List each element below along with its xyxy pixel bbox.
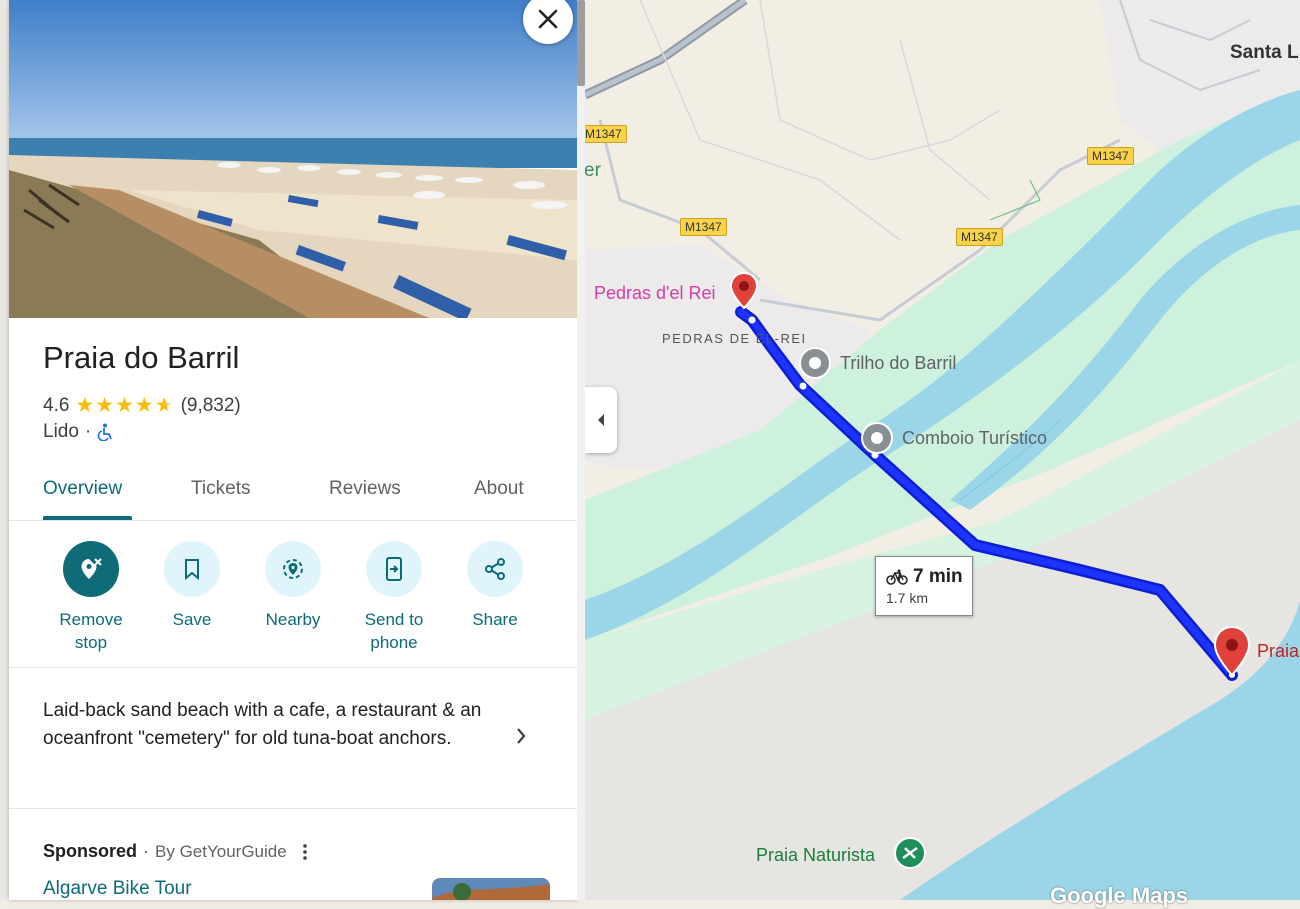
more-vert-icon[interactable] [299, 842, 311, 862]
save-label: Save [172, 610, 212, 629]
map-label-start[interactable]: Pedras d'el Rei [594, 283, 716, 304]
nearby-circle [265, 541, 321, 597]
tab-tickets[interactable]: Tickets [191, 478, 250, 500]
share-label: Share [472, 610, 518, 629]
destination-pin-icon[interactable] [1212, 625, 1252, 677]
remove-stop-label: Remove stop [59, 610, 123, 652]
star-icon: ★ [115, 394, 135, 417]
remove-stop-circle [63, 541, 119, 597]
tour-thumbnail[interactable] [432, 878, 550, 900]
send-to-phone-button[interactable]: Send to phone [344, 541, 444, 654]
divider [9, 808, 577, 809]
route-duration-text: 7 min [913, 566, 963, 587]
map-attribution: Google Maps [1050, 883, 1189, 908]
trail-marker-icon[interactable] [798, 346, 832, 380]
road-badge: M1347 [956, 228, 1003, 246]
sponsored-row: Sponsored · By GetYourGuide [43, 841, 311, 862]
divider [9, 520, 577, 521]
category-row: Lido · [43, 421, 113, 443]
rating-stars: ★ ★ ★ ★ ★ [75, 393, 174, 418]
send-to-phone-icon [386, 557, 402, 581]
star-icon: ★ [95, 394, 116, 417]
route-duration: 7 min [886, 566, 963, 588]
nearby-label: Nearby [265, 610, 321, 629]
map-label-trail[interactable]: Trilho do Barril [840, 353, 956, 374]
start-pin-icon[interactable] [729, 271, 759, 311]
send-to-phone-label: Send to phone [364, 610, 424, 652]
rating-value: 4.6 [43, 394, 70, 416]
save-button[interactable]: Save [142, 541, 242, 631]
close-icon [538, 9, 558, 29]
save-circle [164, 541, 220, 597]
place-panel: Praia do Barril 4.6 ★ ★ ★ ★ ★ (9,832) Lido ·… [9, 0, 577, 900]
tab-about[interactable]: About [474, 478, 524, 500]
map-label-destination[interactable]: Praia [1257, 641, 1299, 662]
place-category[interactable]: Lido [43, 421, 79, 443]
tab-reviews[interactable]: Reviews [329, 478, 401, 500]
train-marker-icon[interactable] [860, 421, 894, 455]
place-description[interactable]: Laid-back sand beach with a cafe, a rest… [43, 697, 503, 753]
star-icon: ★ [134, 394, 155, 417]
place-photo[interactable] [9, 0, 577, 318]
tab-overview[interactable]: Overview [43, 478, 122, 500]
bookmark-icon [185, 559, 199, 580]
map-label-train[interactable]: Comboio Turístico [902, 428, 1047, 449]
sponsored-by: By GetYourGuide [155, 841, 287, 861]
share-button[interactable]: Share [445, 541, 545, 631]
nearby-button[interactable]: Nearby [243, 541, 343, 631]
sponsored-tour-link[interactable]: Algarve Bike Tour [43, 878, 192, 900]
separator: · [84, 421, 92, 442]
rating-row: 4.6 ★ ★ ★ ★ ★ (9,832) [43, 393, 241, 418]
remove-stop-button[interactable]: Remove stop [41, 541, 141, 654]
map-label-partial: er [584, 160, 601, 181]
map-label-area-text: PEDRAS DE EL-REI [662, 331, 807, 346]
naturist-beach-icon[interactable] [893, 836, 927, 876]
caret-left-icon [598, 414, 604, 426]
divider [9, 667, 577, 668]
collapse-panel-button[interactable] [585, 387, 617, 453]
remove-stop-icon [81, 558, 102, 579]
panel-scrollbar-track[interactable] [577, 0, 585, 900]
sponsored-label: Sponsored [43, 841, 138, 861]
road-badge: M1347 [1087, 147, 1134, 165]
road-badge: M1347 [680, 218, 727, 236]
place-title: Praia do Barril [43, 340, 240, 375]
route-duration-callout[interactable]: 7 min 1.7 km [875, 556, 973, 616]
road-badge: M1347 [580, 125, 627, 143]
left-map-strip [0, 0, 9, 900]
panel-scrollbar-thumb[interactable] [577, 0, 585, 86]
share-icon [485, 558, 505, 580]
map-label-naturist[interactable]: Praia Naturista [756, 845, 875, 866]
bicycle-icon [886, 569, 908, 585]
star-icon: ★ [75, 394, 96, 417]
wheelchair-icon [98, 423, 113, 441]
send-to-phone-circle [366, 541, 422, 597]
map-label-town: Santa L [1230, 42, 1299, 63]
review-count[interactable]: (9,832) [181, 395, 241, 417]
star-half-icon: ★ [154, 394, 175, 417]
map-label-area: PEDRAS DE EL-REI [662, 331, 805, 347]
separator: · [143, 841, 150, 861]
nearby-icon [283, 559, 303, 579]
route-distance: 1.7 km [886, 590, 929, 606]
share-circle [467, 541, 523, 597]
chevron-right-icon[interactable] [515, 726, 527, 746]
